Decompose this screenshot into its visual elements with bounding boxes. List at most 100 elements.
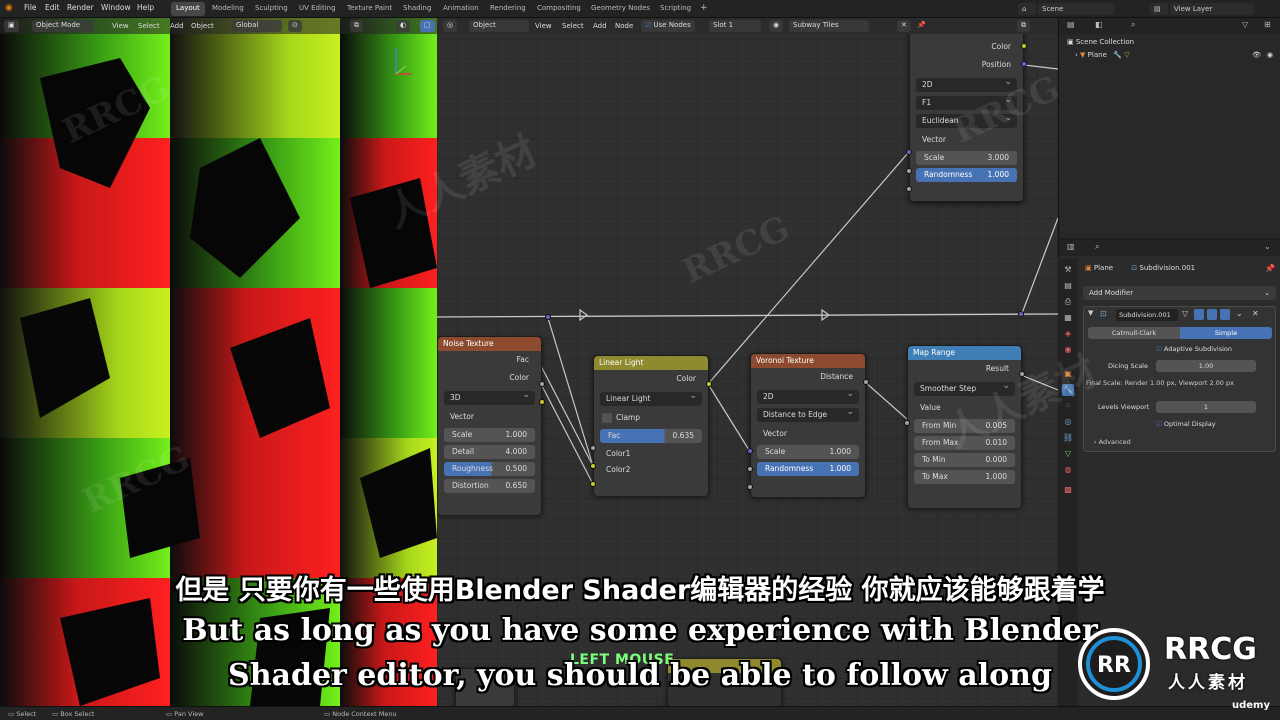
data-tab-icon[interactable]: ▽ xyxy=(1062,448,1074,460)
node-menu-select[interactable]: Select xyxy=(562,22,584,30)
viewport-menu-object[interactable]: Object xyxy=(191,22,214,30)
reroute-node[interactable] xyxy=(1018,311,1024,317)
optimal-display-checkbox[interactable]: ☑ Optimal Display xyxy=(1156,420,1216,428)
view-layer-selector[interactable]: View Layer xyxy=(1170,3,1254,15)
tab-shading[interactable]: Shading xyxy=(398,2,436,16)
close-icon[interactable]: ✕ xyxy=(897,20,911,32)
axis-gizmo[interactable] xyxy=(390,40,430,80)
feature-dropdown[interactable]: Distance to Edge xyxy=(757,407,859,422)
levels-viewport-field[interactable]: 1 xyxy=(1156,401,1256,413)
reroute-node[interactable] xyxy=(545,314,551,320)
fac-field[interactable]: Fac 0.635 xyxy=(600,429,702,443)
randomness-field[interactable]: Randomness 1.000 xyxy=(916,168,1017,182)
search-icon[interactable]: ⌕ xyxy=(1095,242,1099,252)
view-layer-tab-icon[interactable]: ▦ xyxy=(1062,312,1074,324)
overlay-icon[interactable]: ◐ xyxy=(396,20,411,32)
new-collection-icon[interactable]: ⊞ xyxy=(1264,20,1271,29)
use-nodes-toggle[interactable]: ☑ Use Nodes xyxy=(641,20,695,32)
tab-geometry-nodes[interactable]: Geometry Nodes xyxy=(586,2,655,16)
scene-icon[interactable]: ⌂ xyxy=(1018,3,1036,15)
blend-mode-dropdown[interactable]: Linear Light xyxy=(600,391,702,406)
material-icon[interactable]: ◉ xyxy=(769,20,784,32)
viewport-toggle-icon[interactable] xyxy=(1207,309,1217,320)
tab-animation[interactable]: Animation xyxy=(438,2,484,16)
menu-window[interactable]: Window xyxy=(101,3,131,12)
tab-uv-editing[interactable]: UV Editing xyxy=(294,2,341,16)
node-menu-view[interactable]: View xyxy=(535,22,552,30)
scale-field[interactable]: Scale 1.000 xyxy=(444,428,535,442)
search-icon[interactable]: ⌕ xyxy=(1131,20,1135,30)
scene-selector[interactable]: Scene xyxy=(1038,3,1114,15)
texture-tab-icon[interactable]: ▩ xyxy=(1062,484,1074,496)
linear-light-node[interactable]: Linear Light Color Linear Light Clamp Fa… xyxy=(590,355,712,496)
snap-icon[interactable]: ⧉ xyxy=(350,20,363,32)
tool-tab-icon[interactable]: ⚒ xyxy=(1062,264,1074,276)
collapse-icon[interactable]: ▼ xyxy=(1088,309,1093,317)
roughness-field[interactable]: Roughness 0.500 xyxy=(444,462,535,476)
menu-file[interactable]: File xyxy=(24,3,37,12)
editor-type-icon[interactable]: ▣ xyxy=(4,20,19,32)
modifier-name-field[interactable]: Subdivision.001 xyxy=(1116,309,1178,321)
editor-type-icon[interactable]: ◎ xyxy=(443,20,458,32)
filter-icon[interactable]: ▽ xyxy=(1242,20,1248,29)
material-tab-icon[interactable]: ◍ xyxy=(1062,464,1074,476)
render-camera-icon[interactable]: ◉ xyxy=(1267,51,1273,59)
detail-field[interactable]: Detail 4.000 xyxy=(444,445,535,459)
menu-render[interactable]: Render xyxy=(67,3,94,12)
dimensions-dropdown[interactable]: 3D xyxy=(444,390,535,405)
scene-tab-icon[interactable]: ◈ xyxy=(1062,328,1074,340)
tab-compositing[interactable]: Compositing xyxy=(532,2,586,16)
render-toggle-icon[interactable] xyxy=(1220,309,1230,320)
render-tab-icon[interactable]: ▤ xyxy=(1062,280,1074,292)
tab-catmull-clark[interactable]: Catmull-Clark xyxy=(1088,327,1180,339)
voronoi-texture-node[interactable]: Voronoi Texture Distance 2D Distance to … xyxy=(747,353,869,497)
object-mode-selector[interactable]: Object Mode xyxy=(32,20,94,32)
snap-icon[interactable]: ⧉ xyxy=(1017,20,1030,32)
tab-scripting[interactable]: Scripting xyxy=(655,2,696,16)
plane-row[interactable]: › ▼ Plane 🔧 ▽ 👁 ◉ xyxy=(1075,51,1275,59)
add-modifier-dropdown[interactable]: Add Modifier ⌄ xyxy=(1083,286,1276,300)
dicing-scale-field[interactable]: 1.00 xyxy=(1156,360,1256,372)
tab-texture-paint[interactable]: Texture Paint xyxy=(342,2,397,16)
scene-collection-row[interactable]: ▣ Scene Collection xyxy=(1067,38,1134,46)
shader-type-selector[interactable]: Object xyxy=(469,20,529,32)
viewport-menu-view[interactable]: View xyxy=(112,22,129,30)
tab-rendering[interactable]: Rendering xyxy=(485,2,531,16)
dropdown-icon[interactable]: ⌄ xyxy=(1236,309,1243,318)
options-icon[interactable]: ⌄ xyxy=(1264,242,1271,251)
tab-layout[interactable]: Layout xyxy=(171,2,205,16)
material-selector[interactable]: Subway Tiles xyxy=(789,20,869,32)
cage-toggle-icon[interactable] xyxy=(1194,309,1204,320)
viewport-menu-select[interactable]: Select xyxy=(138,22,160,30)
node-menu-node[interactable]: Node xyxy=(615,22,633,30)
physics-tab-icon[interactable]: ◎ xyxy=(1062,416,1074,428)
output-tab-icon[interactable]: ⎙ xyxy=(1062,296,1074,308)
dimensions-dropdown[interactable]: 2D xyxy=(757,389,859,404)
visibility-eye-icon[interactable]: 👁 xyxy=(1252,51,1261,59)
add-workspace-icon[interactable]: + xyxy=(700,3,708,13)
distortion-field[interactable]: Distortion 0.650 xyxy=(444,479,535,493)
pin-icon[interactable]: 📌 xyxy=(913,20,930,32)
view-layer-icon[interactable]: ▤ xyxy=(1150,3,1168,15)
pin-icon[interactable]: 📌 xyxy=(1265,264,1275,273)
clamp-checkbox[interactable]: Clamp xyxy=(594,410,708,426)
tab-modeling[interactable]: Modeling xyxy=(207,2,249,16)
node-menu-add[interactable]: Add xyxy=(593,22,607,30)
edit-mode-toggle-icon[interactable]: ▽ xyxy=(1182,309,1188,318)
menu-help[interactable]: Help xyxy=(137,3,154,12)
display-mode-icon[interactable]: ◧ xyxy=(1095,20,1103,29)
transform-orientation-selector[interactable]: Global xyxy=(232,20,282,32)
scale-field[interactable]: Scale 1.000 xyxy=(757,445,859,459)
viewport-menu-add[interactable]: Add xyxy=(170,22,184,30)
menu-edit[interactable]: Edit xyxy=(45,3,60,12)
scale-field[interactable]: Scale 3.000 xyxy=(916,151,1017,165)
pivot-icon[interactable]: ⊙ xyxy=(288,20,302,32)
randomness-field[interactable]: Randomness 1.000 xyxy=(757,462,859,476)
editor-type-icon[interactable]: ▥ xyxy=(1067,242,1075,251)
to-max-field[interactable]: To Max 1.000 xyxy=(914,470,1015,484)
expand-icon[interactable]: › xyxy=(1075,51,1078,59)
noise-texture-node[interactable]: Noise Texture Fac Color 3D Vector Scale1… xyxy=(437,336,545,515)
xray-icon[interactable]: ▢ xyxy=(420,20,435,32)
editor-type-icon[interactable]: ▤ xyxy=(1067,20,1075,29)
constraints-tab-icon[interactable]: ⛓ xyxy=(1062,432,1074,444)
